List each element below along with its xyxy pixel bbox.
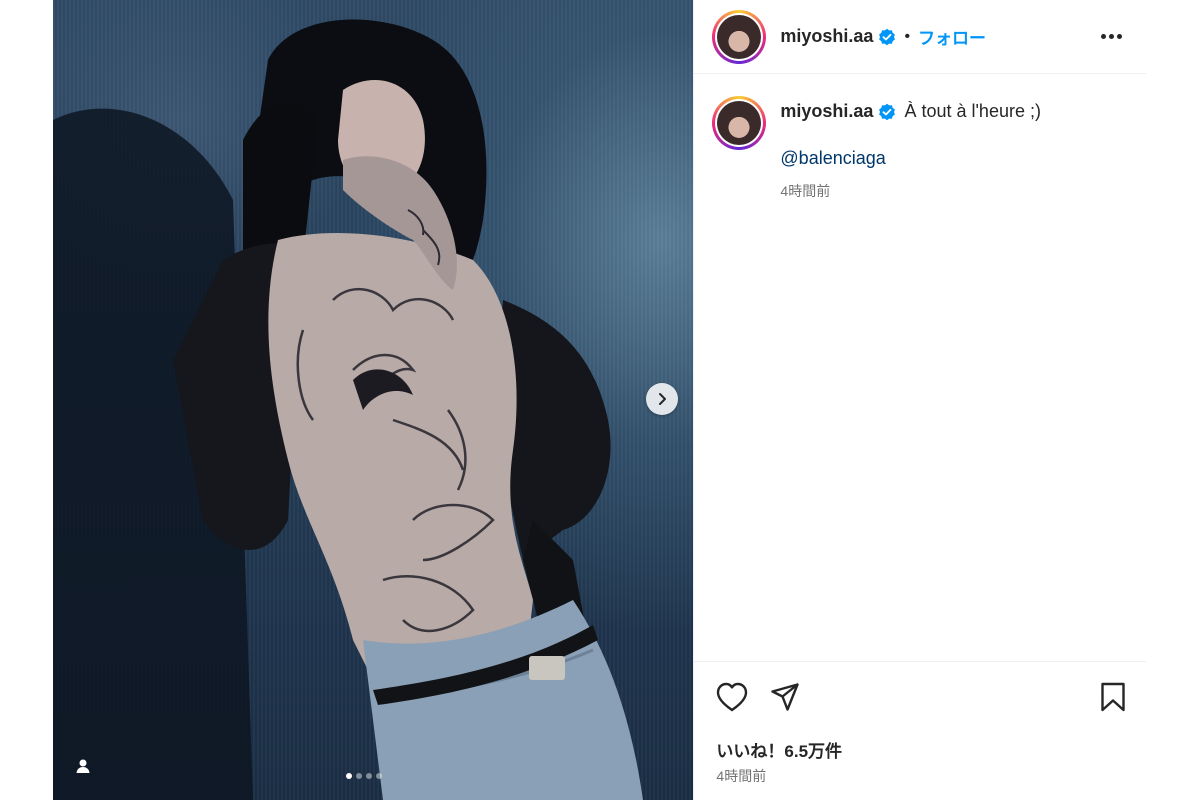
paper-plane-icon[interactable] <box>770 682 800 712</box>
heart-icon[interactable] <box>716 682 748 712</box>
caption-avatar <box>717 101 762 145</box>
carousel-dot <box>376 773 382 779</box>
more-options-icon[interactable] <box>1095 28 1128 45</box>
carousel-indicator <box>346 773 382 779</box>
mention-link[interactable]: @balenciaga <box>780 148 1041 169</box>
likes-count[interactable]: いいね！6.5万件 <box>716 737 842 762</box>
post-header: miyoshi.aa • フォロー <box>694 0 1146 74</box>
carousel-dot <box>346 773 352 779</box>
header-separator: • <box>904 27 911 45</box>
carousel-dot <box>356 773 362 779</box>
verified-badge-icon <box>878 28 896 46</box>
caption-story-ring[interactable] <box>712 96 767 150</box>
post-media[interactable] <box>53 0 694 800</box>
caption-block: miyoshi.aa À tout à l'heure ;) @balencia… <box>694 74 1146 201</box>
verified-badge-icon <box>878 103 896 121</box>
caption-timestamp: 4時間前 <box>780 183 831 199</box>
action-bar: いいね！6.5万件 4時間前 <box>694 661 1146 800</box>
tagged-users-button[interactable] <box>71 754 95 778</box>
instagram-post: miyoshi.aa • フォロー miyoshi.aa À tout à l'… <box>53 0 1146 800</box>
username-link[interactable]: miyoshi.aa <box>780 26 873 47</box>
follow-button[interactable]: フォロー <box>918 24 986 49</box>
user-tag-icon <box>76 759 90 773</box>
photo-figure <box>53 19 643 800</box>
caption-text: À tout à l'heure ;) <box>904 101 1041 121</box>
chevron-right-icon <box>659 393 666 405</box>
caption-username-link[interactable]: miyoshi.aa <box>780 101 873 122</box>
carousel-dot <box>366 773 372 779</box>
next-image-button[interactable] <box>646 383 678 415</box>
post-side-panel: miyoshi.aa • フォロー miyoshi.aa À tout à l'… <box>693 0 1146 800</box>
bookmark-icon[interactable] <box>1100 682 1126 712</box>
avatar <box>717 14 762 59</box>
post-timestamp[interactable]: 4時間前 <box>716 766 766 786</box>
story-ring[interactable] <box>712 9 767 64</box>
